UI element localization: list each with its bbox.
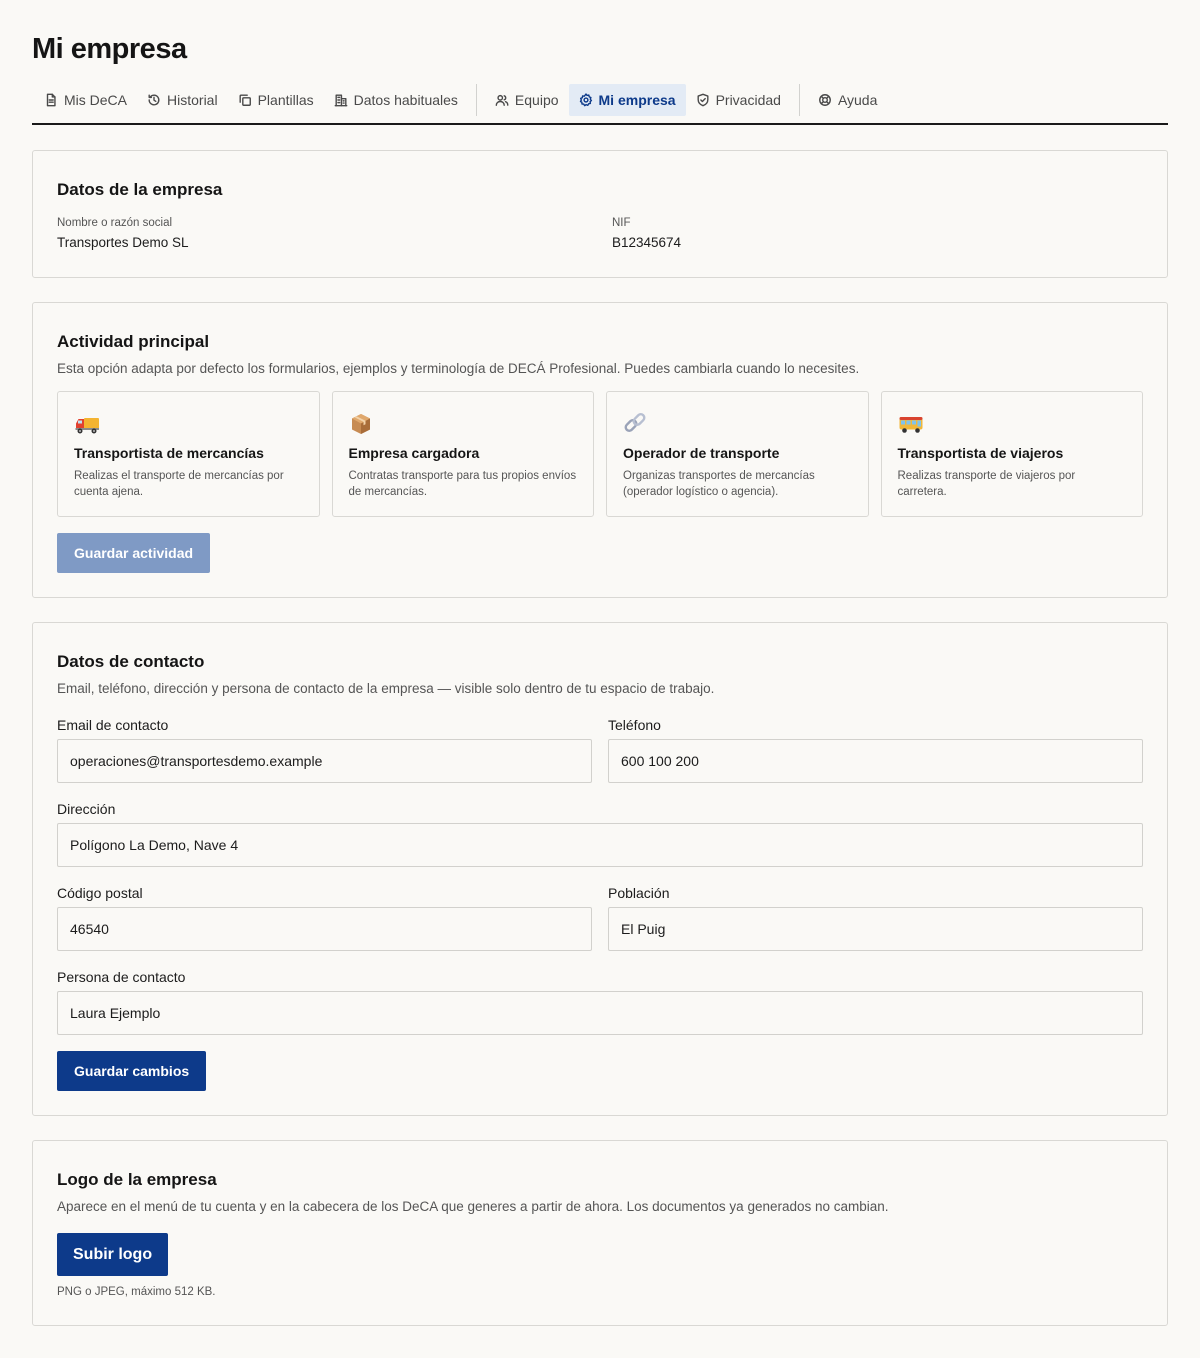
logo-card-title: Logo de la empresa: [57, 1170, 217, 1189]
city-label: Población: [608, 885, 670, 901]
company-name-value: Transportes Demo SL: [57, 235, 189, 250]
logo-description: Aparece en el menú de tu cuenta y en la …: [57, 1199, 889, 1214]
email-field[interactable]: [57, 739, 592, 783]
tab-label: Ayuda: [837, 92, 878, 108]
tab-label: Mis DeCA: [64, 92, 128, 108]
lifebuoy-icon: [818, 94, 831, 106]
nav-separator: [475, 84, 477, 116]
tab-historial[interactable]: Historial: [137, 84, 228, 116]
tab-label: Historial: [167, 92, 218, 108]
address-field[interactable]: [57, 823, 1143, 867]
postal-code-field[interactable]: [57, 907, 592, 951]
bus-icon: [899, 417, 922, 433]
postal-code-label: Código postal: [57, 885, 143, 901]
phone-field[interactable]: [608, 739, 1143, 783]
contact-card: Datos de contacto Email, teléfono, direc…: [32, 622, 1168, 1116]
tab-privacidad[interactable]: Privacidad: [686, 84, 791, 116]
company-name-label: Nombre o razón social: [57, 217, 173, 229]
gear-icon: [579, 93, 592, 107]
activity-option-description: Contratas transporte para tus propios en…: [348, 470, 577, 498]
tab-plantillas[interactable]: Plantillas: [228, 84, 324, 116]
shield-icon: [697, 93, 709, 107]
activity-card-title: Actividad principal: [57, 332, 210, 351]
package-icon: [351, 414, 370, 434]
email-label: Email de contacto: [57, 717, 169, 733]
page-title: Mi empresa: [32, 33, 187, 65]
tab-label: Privacidad: [715, 92, 781, 108]
contact-person-label: Persona de contacto: [57, 969, 186, 985]
tab-label: Datos habituales: [353, 92, 458, 108]
upload-logo-button[interactable]: Subir logo: [57, 1233, 169, 1276]
activity-option-description: Realizas el transporte de mercancías por…: [74, 470, 284, 498]
activity-option-name: Empresa cargadora: [348, 445, 480, 461]
nav-tabs: Mis DeCA Historial Plantillas Datos habi…: [32, 83, 1168, 125]
activity-option-operador-transporte[interactable]: Operador de transporte Organizas transpo…: [606, 391, 869, 517]
nif-label: NIF: [612, 217, 631, 229]
tab-mis-deca[interactable]: Mis DeCA: [32, 84, 137, 116]
company-card-title: Datos de la empresa: [57, 180, 223, 199]
logo-hint: PNG o JPEG, máximo 512 KB.: [57, 1286, 216, 1298]
activity-card: Actividad principal Esta opción adapta p…: [32, 302, 1168, 598]
activity-option-name: Transportista de viajeros: [897, 445, 1064, 461]
nav-separator: [798, 84, 800, 116]
nif-value: B12345674: [612, 235, 682, 250]
tab-datos-habituales[interactable]: Datos habituales: [324, 84, 468, 116]
tab-mi-empresa[interactable]: Mi empresa: [568, 84, 686, 116]
logo-card: Logo de la empresa Aparece en el menú de…: [32, 1140, 1168, 1326]
city-field[interactable]: [608, 907, 1143, 951]
contact-person-field[interactable]: [57, 991, 1143, 1035]
tab-label: Equipo: [514, 92, 559, 108]
activity-option-name: Transportista de mercancías: [74, 445, 264, 461]
building-icon: [334, 94, 348, 107]
contact-description: Email, teléfono, dirección y persona de …: [57, 681, 715, 696]
company-card: Datos de la empresa Nombre o razón socia…: [32, 150, 1168, 278]
contact-card-title: Datos de contacto: [57, 652, 205, 671]
activity-option-transportista-viajeros[interactable]: Transportista de viajeros Realizas trans…: [880, 391, 1143, 517]
save-activity-button[interactable]: Guardar actividad: [57, 533, 211, 573]
tab-label: Mi empresa: [598, 92, 676, 108]
activity-option-name: Operador de transporte: [623, 445, 780, 461]
tab-label: Plantillas: [257, 92, 314, 108]
activity-option-empresa-cargadora[interactable]: Empresa cargadora Contratas transporte p…: [331, 391, 594, 517]
activity-description: Esta opción adapta por defecto los formu…: [57, 361, 860, 376]
truck-icon: [75, 418, 99, 434]
tab-ayuda[interactable]: Ayuda: [808, 84, 887, 116]
tab-equipo[interactable]: Equipo: [485, 84, 569, 116]
activity-options: Transportista de mercancías Realizas el …: [57, 391, 1143, 517]
phone-label: Teléfono: [608, 717, 661, 733]
activity-option-transportista-mercancias[interactable]: Transportista de mercancías Realizas el …: [57, 391, 320, 517]
activity-option-description: Realizas transporte de viajeros por carr…: [897, 470, 1076, 498]
history-icon: [148, 94, 160, 106]
link-icon: [624, 413, 646, 432]
address-label: Dirección: [57, 801, 116, 817]
document-icon: [46, 93, 56, 107]
users-icon: [495, 94, 509, 106]
save-changes-button[interactable]: Guardar cambios: [57, 1051, 207, 1091]
activity-option-description: Organizas transportes de mercancías (ope…: [623, 470, 815, 498]
copy-icon: [239, 94, 251, 106]
